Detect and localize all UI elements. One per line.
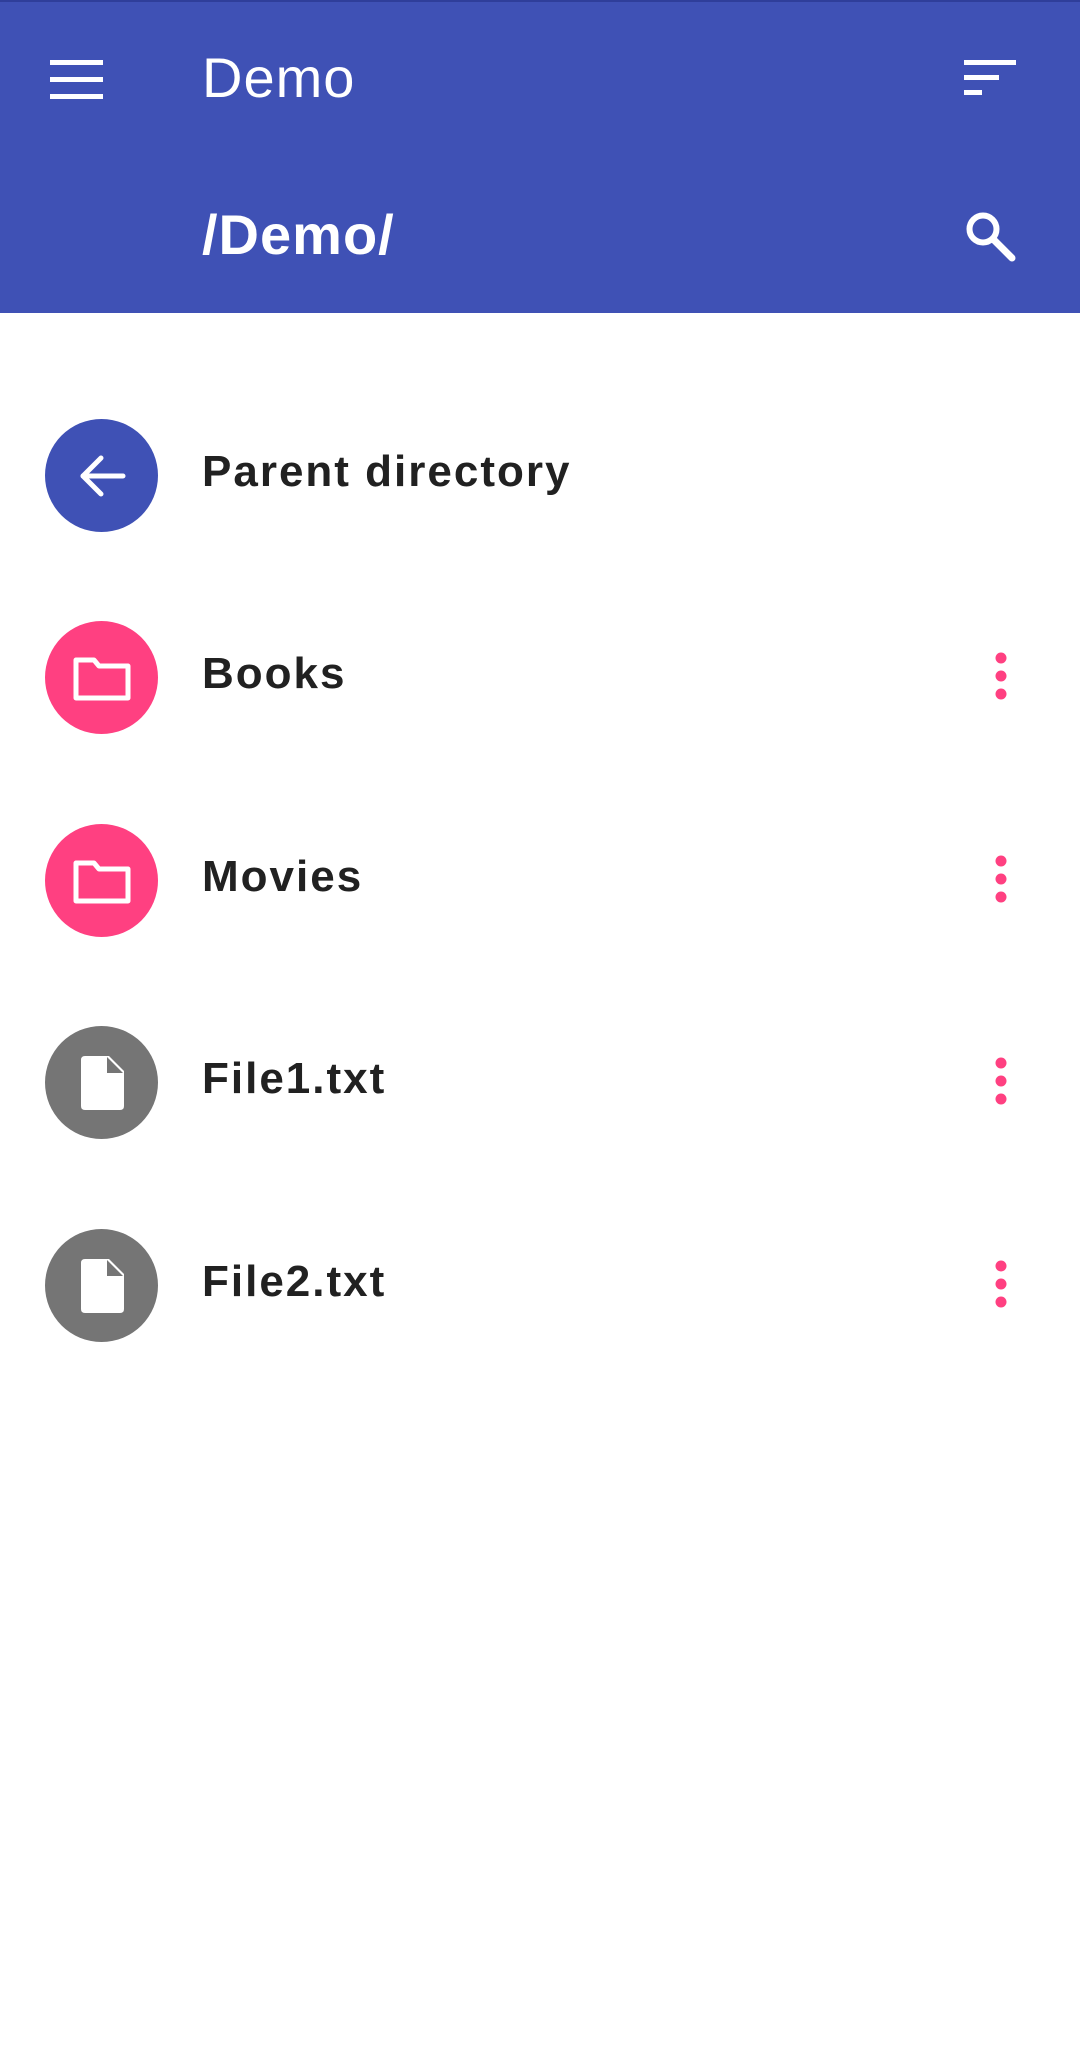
hamburger-menu-icon [50,60,103,99]
list-item-label: Books [202,649,347,698]
folder-icon [73,657,130,700]
parent-avatar [45,419,158,532]
menu-button[interactable] [30,32,126,128]
list-item-label: File1.txt [202,1054,387,1103]
more-vert-icon [995,1260,1007,1308]
list-item-books[interactable]: Books [0,576,1080,756]
list-item-label: Parent directory [202,447,572,496]
list-item-file1[interactable]: File1.txt [0,981,1080,1161]
more-vert-icon [995,652,1007,700]
search-button[interactable] [942,188,1038,284]
arrow-back-icon [80,455,125,496]
more-vert-icon [995,1057,1007,1105]
sort-icon [964,60,1016,95]
list-item-parent-directory[interactable]: Parent directory [0,374,1080,554]
folder-icon [73,860,130,903]
more-options-button[interactable] [958,626,1044,726]
list-item-file2[interactable]: File2.txt [0,1184,1080,1364]
list-item-label: Movies [202,852,364,901]
search-icon [966,212,1016,262]
list-item-movies[interactable]: Movies [0,779,1080,959]
file-avatar [45,1229,158,1342]
file-avatar [45,1026,158,1139]
current-path: /Demo/ [202,203,395,266]
more-options-button[interactable] [958,1031,1044,1131]
file-icon [80,1055,124,1110]
folder-avatar [45,621,158,734]
list-item-label: File2.txt [202,1257,387,1306]
more-options-button[interactable] [958,1234,1044,1334]
file-icon [80,1258,124,1313]
more-options-button[interactable] [958,829,1044,929]
app-bar: Demo /Demo/ [0,0,1080,313]
sort-button[interactable] [942,30,1038,126]
folder-avatar [45,824,158,937]
more-vert-icon [995,855,1007,903]
app-title: Demo [202,46,356,109]
